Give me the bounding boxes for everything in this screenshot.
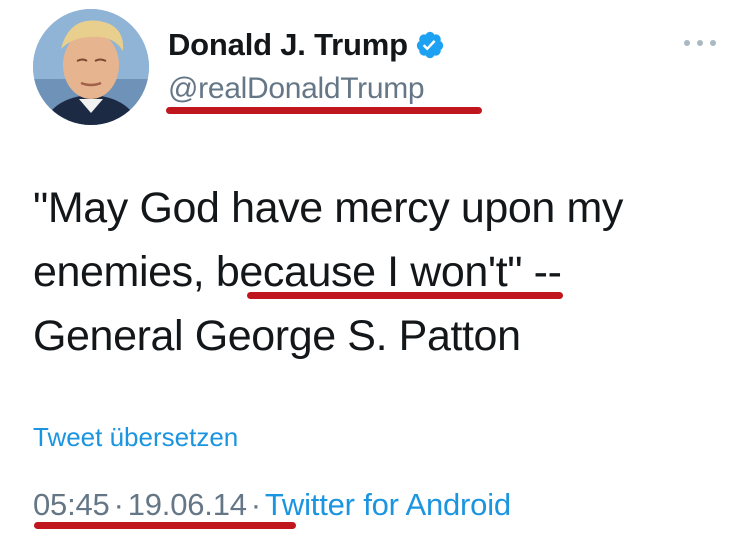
quote-annotation-underline	[247, 292, 563, 299]
author-name-row[interactable]: Donald J. Trump	[168, 25, 445, 65]
meta-separator: ·	[250, 487, 261, 522]
tweet-text-line: General George S. Patton	[33, 312, 521, 360]
author-display-name[interactable]: Donald J. Trump	[168, 27, 408, 63]
tweet-date[interactable]: 19.06.14	[128, 487, 247, 522]
more-options-icon[interactable]	[684, 36, 716, 50]
handle-annotation-underline	[166, 107, 482, 114]
tweet-card: Donald J. Trump @realDonaldTrump "May Go…	[0, 0, 750, 553]
tweet-text: "May God have mercy upon my enemies, bec…	[33, 176, 723, 368]
avatar[interactable]	[33, 9, 149, 125]
tweet-text-line: "May God have mercy upon my	[33, 184, 623, 232]
author-handle[interactable]: @realDonaldTrump	[168, 72, 425, 106]
avatar-image	[33, 9, 149, 125]
meta-separator: ·	[113, 487, 124, 522]
tweet-time[interactable]: 05:45	[33, 487, 110, 522]
verified-badge-icon	[415, 30, 445, 60]
translate-tweet-link[interactable]: Tweet übersetzen	[33, 422, 238, 453]
timestamp-annotation-underline	[34, 522, 296, 529]
tweet-source-link[interactable]: Twitter for Android	[265, 487, 511, 522]
tweet-metadata: 05:45 · 19.06.14 · Twitter for Android	[33, 487, 511, 523]
